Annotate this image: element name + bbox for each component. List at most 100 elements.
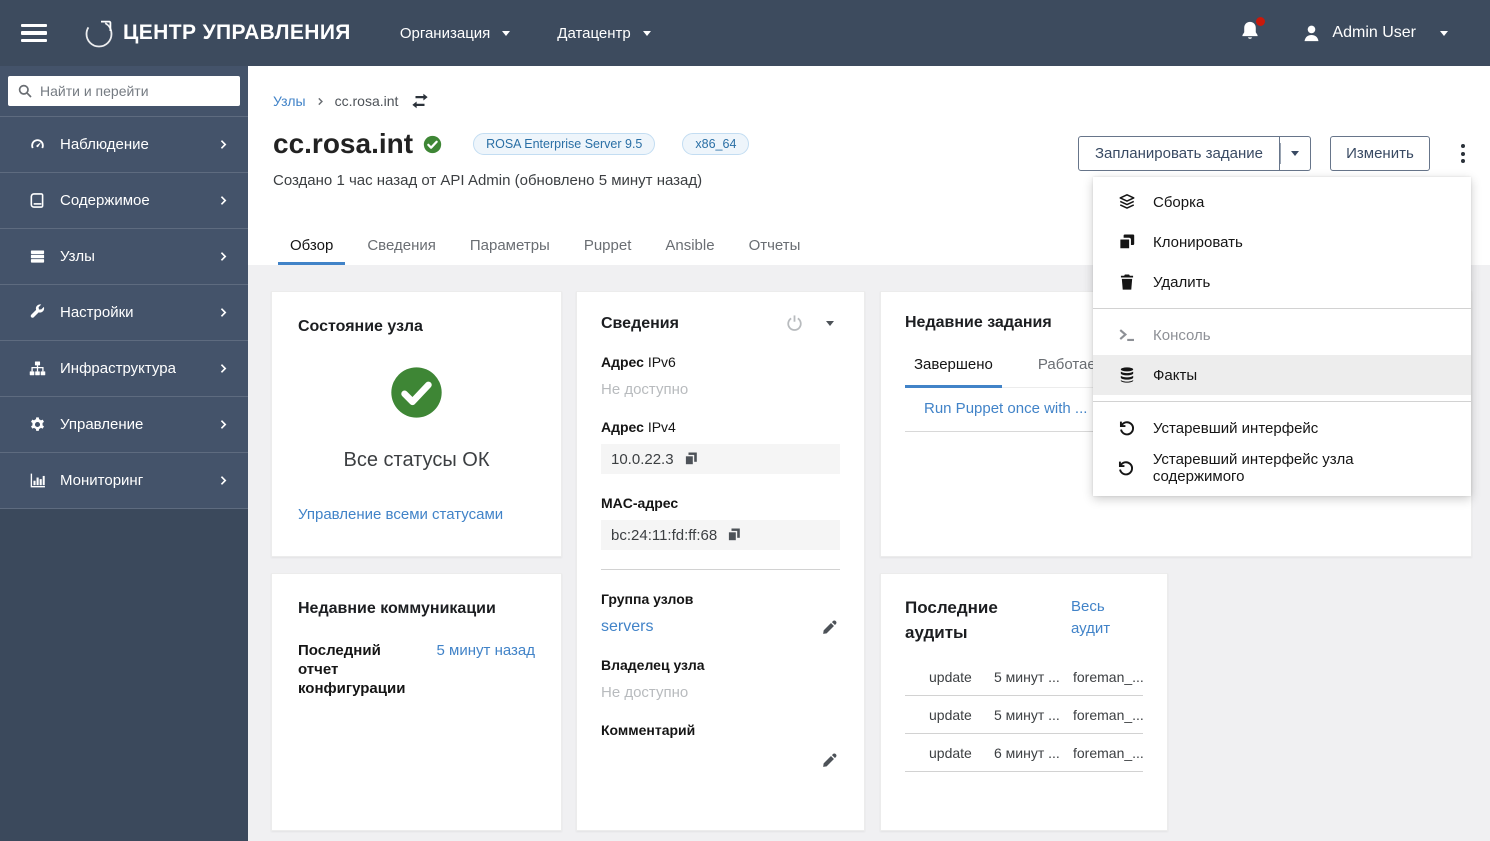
ipv4-label: Адрес IPv4 bbox=[601, 419, 676, 435]
search-icon bbox=[18, 84, 32, 98]
edit-pencil-icon[interactable] bbox=[821, 752, 838, 769]
sidebar-item-infrastructure[interactable]: Инфраструктура bbox=[0, 340, 248, 396]
header-actions: Запланировать задание Изменить bbox=[1078, 136, 1476, 171]
chevron-down-icon bbox=[642, 30, 651, 36]
menu-item-build[interactable]: Сборка bbox=[1093, 182, 1471, 222]
host-status-card: Состояние узла Все статусы ОК Управление… bbox=[271, 291, 562, 557]
arch-badge: x86_64 bbox=[682, 133, 750, 155]
edit-button[interactable]: Изменить bbox=[1329, 136, 1430, 171]
card-title: Сведения bbox=[601, 314, 679, 332]
hostgroup-link[interactable]: servers bbox=[601, 618, 653, 636]
divider bbox=[1093, 308, 1471, 309]
audit-action: update bbox=[929, 668, 972, 685]
tab-parameters[interactable]: Параметры bbox=[458, 228, 562, 265]
details-card: Сведения Адрес IPv6 Не доступно Адрес IP… bbox=[576, 291, 865, 831]
sidebar-item-monitor[interactable]: Наблюдение bbox=[0, 116, 248, 172]
tab-ansible[interactable]: Ansible bbox=[653, 228, 726, 265]
sidebar-item-label: Управление bbox=[60, 416, 144, 433]
chevron-right-icon bbox=[220, 420, 227, 429]
masthead-right: Admin User bbox=[1239, 16, 1448, 47]
sidebar-search bbox=[8, 76, 240, 106]
table-row: update 6 минут ... foreman_... bbox=[905, 734, 1144, 773]
recent-communications-card: Недавние коммуникации Последний отчет ко… bbox=[271, 573, 562, 831]
table-row: update 5 минут ... foreman_... bbox=[905, 696, 1144, 735]
sidebar-item-settings[interactable]: Настройки bbox=[0, 284, 248, 340]
mac-label: MAC-адрес bbox=[601, 495, 679, 511]
masthead: ЦЕНТР УПРАВЛЕНИЯ Организация Датацентр A bbox=[0, 0, 1490, 66]
owner-label: Владелец узла bbox=[601, 657, 705, 673]
switch-host-icon[interactable] bbox=[411, 92, 429, 110]
copy-icon[interactable] bbox=[726, 527, 742, 543]
menu-item-console: Консоль bbox=[1093, 315, 1471, 355]
chevron-down-icon bbox=[1290, 151, 1299, 156]
title-row: cc.rosa.int ROSA Enterprise Server 9.5 x… bbox=[273, 128, 750, 160]
chevron-right-icon bbox=[220, 476, 227, 485]
history-undo-icon bbox=[1117, 459, 1136, 478]
audit-user: foreman_... bbox=[1073, 706, 1144, 723]
sidebar-item-label: Настройки bbox=[60, 304, 134, 321]
chevron-right-icon bbox=[317, 97, 323, 105]
chevron-right-icon bbox=[220, 196, 227, 205]
copy-icon[interactable] bbox=[683, 451, 699, 467]
tab-finished[interactable]: Завершено bbox=[905, 356, 1002, 388]
ipv6-label: Адрес IPv6 bbox=[601, 354, 676, 370]
search-input[interactable] bbox=[8, 76, 240, 106]
organization-menu[interactable]: Организация bbox=[400, 25, 511, 42]
mac-value: bc:24:11:fd:ff:68 bbox=[611, 526, 718, 544]
ipv4-value-box: 10.0.22.3 bbox=[601, 444, 840, 474]
card-title: Состояние узла bbox=[298, 318, 423, 335]
sidebar-item-administer[interactable]: Управление bbox=[0, 396, 248, 452]
tab-reports[interactable]: Отчеты bbox=[737, 228, 813, 265]
audit-user: foreman_... bbox=[1073, 744, 1144, 761]
location-menu[interactable]: Датацентр bbox=[557, 25, 651, 42]
chevron-down-icon[interactable] bbox=[826, 321, 834, 326]
schedule-job-button[interactable]: Запланировать задание bbox=[1078, 136, 1280, 171]
menu-item-delete[interactable]: Удалить bbox=[1093, 262, 1471, 302]
chevron-right-icon bbox=[220, 252, 227, 261]
host-tabs: Обзор Сведения Параметры Puppet Ansible … bbox=[278, 228, 822, 265]
kebab-dropdown-menu: Сборка Клонировать Удалить Консоль Факты… bbox=[1093, 177, 1471, 496]
sitemap-icon bbox=[27, 360, 47, 377]
audit-time: 5 минут ... bbox=[994, 668, 1060, 685]
menu-item-clone[interactable]: Клонировать bbox=[1093, 222, 1471, 262]
hostgroup-label: Группа узлов bbox=[601, 591, 694, 607]
divider bbox=[601, 569, 840, 570]
menu-item-legacy-content-host-ui[interactable]: Устаревший интерфейс узла содержимого bbox=[1093, 448, 1471, 488]
manage-all-statuses-link[interactable]: Управление всеми статусами bbox=[298, 506, 535, 523]
power-status-icon[interactable] bbox=[785, 314, 804, 333]
divider bbox=[1093, 401, 1471, 402]
gear-icon bbox=[27, 416, 47, 433]
menu-item-legacy-ui[interactable]: Устаревший интерфейс bbox=[1093, 408, 1471, 448]
breadcrumb-hosts-link[interactable]: Узлы bbox=[273, 93, 306, 109]
schedule-job-caret-button[interactable] bbox=[1279, 136, 1311, 171]
user-menu[interactable]: Admin User bbox=[1301, 23, 1448, 44]
mac-value-box: bc:24:11:fd:ff:68 bbox=[601, 520, 840, 550]
brand: ЦЕНТР УПРАВЛЕНИЯ bbox=[81, 14, 351, 52]
rosa-logo-icon bbox=[85, 20, 113, 48]
gauge-icon bbox=[27, 136, 47, 153]
tab-puppet[interactable]: Puppet bbox=[572, 228, 644, 265]
ipv4-value: 10.0.22.3 bbox=[611, 450, 674, 468]
tab-overview[interactable]: Обзор bbox=[278, 228, 346, 265]
edit-pencil-icon[interactable] bbox=[821, 619, 838, 636]
user-name: Admin User bbox=[1332, 24, 1416, 41]
notification-badge bbox=[1256, 16, 1266, 26]
page-title: cc.rosa.int bbox=[273, 128, 414, 159]
trash-icon bbox=[1117, 273, 1136, 292]
schedule-job-split-button: Запланировать задание bbox=[1078, 136, 1311, 171]
sidebar-item-hosts[interactable]: Узлы bbox=[0, 228, 248, 284]
last-report-link[interactable]: 5 минут назад bbox=[437, 642, 535, 698]
all-audits-link[interactable]: Весь аудит bbox=[1071, 596, 1143, 645]
job-link[interactable]: Run Puppet once with ... bbox=[924, 400, 1087, 417]
sidebar-item-monitoring[interactable]: Мониторинг bbox=[0, 452, 248, 508]
chevron-right-icon bbox=[220, 364, 227, 373]
server-icon bbox=[27, 248, 47, 265]
chevron-down-icon bbox=[1440, 30, 1448, 36]
sidebar-item-content[interactable]: Содержимое bbox=[0, 172, 248, 228]
os-badge: ROSA Enterprise Server 9.5 bbox=[473, 133, 656, 155]
tab-details[interactable]: Сведения bbox=[355, 228, 448, 265]
kebab-menu-button[interactable] bbox=[1450, 136, 1476, 171]
menu-item-facts[interactable]: Факты bbox=[1093, 355, 1471, 395]
notifications-button[interactable] bbox=[1239, 16, 1266, 47]
hamburger-menu-icon[interactable] bbox=[21, 23, 47, 43]
